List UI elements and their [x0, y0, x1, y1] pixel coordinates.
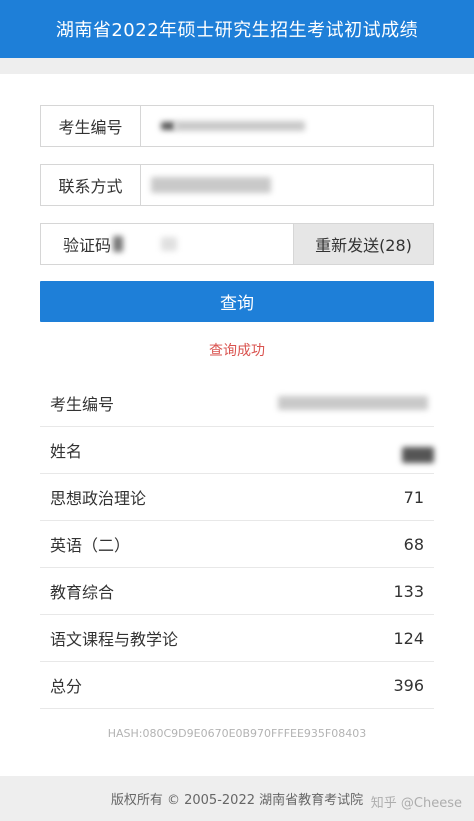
- row-label: 语文课程与教学论: [50, 630, 179, 649]
- hash-text: HASH:080C9D9E0670E0B970FFFEE935F08403: [107, 727, 367, 740]
- result-row-education: 教育综合 133: [40, 568, 434, 615]
- page-header: 湖南省2022年硕士研究生招生考试初试成绩: [0, 0, 474, 58]
- candidate-id-field[interactable]: 考生编号: [40, 105, 434, 147]
- page-title: 湖南省2022年硕士研究生招生考试初试成绩: [55, 20, 419, 41]
- redacted-mark: [402, 447, 434, 463]
- row-label: 思想政治理论: [50, 489, 147, 508]
- captcha-field[interactable]: 验证码 重新发送(28): [40, 223, 434, 265]
- redacted-mark: [175, 121, 305, 131]
- header-divider: [0, 58, 474, 74]
- row-label: 考生编号: [50, 395, 115, 414]
- results-table: 考生编号 姓名 思想政治理论 71 英语（二） 68 教育综合 133 语文课程…: [40, 380, 434, 709]
- redacted-mark: [278, 396, 428, 410]
- contact-input[interactable]: [141, 165, 433, 205]
- row-label: 总分: [50, 677, 83, 696]
- row-value: 71: [403, 487, 424, 507]
- result-row-politics: 思想政治理论 71: [40, 474, 434, 521]
- redacted-mark: [151, 177, 271, 193]
- copyright-text: 版权所有 © 2005-2022 湖南省教育考试院: [110, 793, 364, 808]
- candidate-id-label: 考生编号: [41, 106, 141, 146]
- row-value: 396: [393, 675, 424, 695]
- contact-label: 联系方式: [41, 165, 141, 205]
- result-row-candidate-id: 考生编号: [40, 380, 434, 427]
- row-value: 124: [393, 628, 424, 648]
- watermark-text: 知乎 @Cheese: [370, 796, 462, 811]
- captcha-input[interactable]: [111, 224, 293, 264]
- resend-button[interactable]: 重新发送(28): [293, 224, 433, 264]
- captcha-label: 验证码: [62, 236, 111, 255]
- result-row-english: 英语（二） 68: [40, 521, 434, 568]
- candidate-id-input[interactable]: [141, 106, 433, 146]
- row-label: 姓名: [50, 442, 83, 461]
- result-row-total: 总分 396: [40, 662, 434, 709]
- row-value: 133: [393, 581, 424, 601]
- result-row-name: 姓名: [40, 427, 434, 474]
- row-label: 英语（二）: [50, 536, 131, 555]
- query-button[interactable]: 查询: [40, 281, 434, 322]
- row-value: 68: [403, 534, 424, 554]
- redacted-mark: [161, 237, 177, 251]
- row-label: 教育综合: [50, 583, 115, 602]
- result-row-chinese-pedagogy: 语文课程与教学论 124: [40, 615, 434, 662]
- contact-field[interactable]: 联系方式: [40, 164, 434, 206]
- status-message: 查询成功: [209, 343, 265, 359]
- redacted-mark: [113, 236, 123, 252]
- redacted-mark: [161, 122, 175, 130]
